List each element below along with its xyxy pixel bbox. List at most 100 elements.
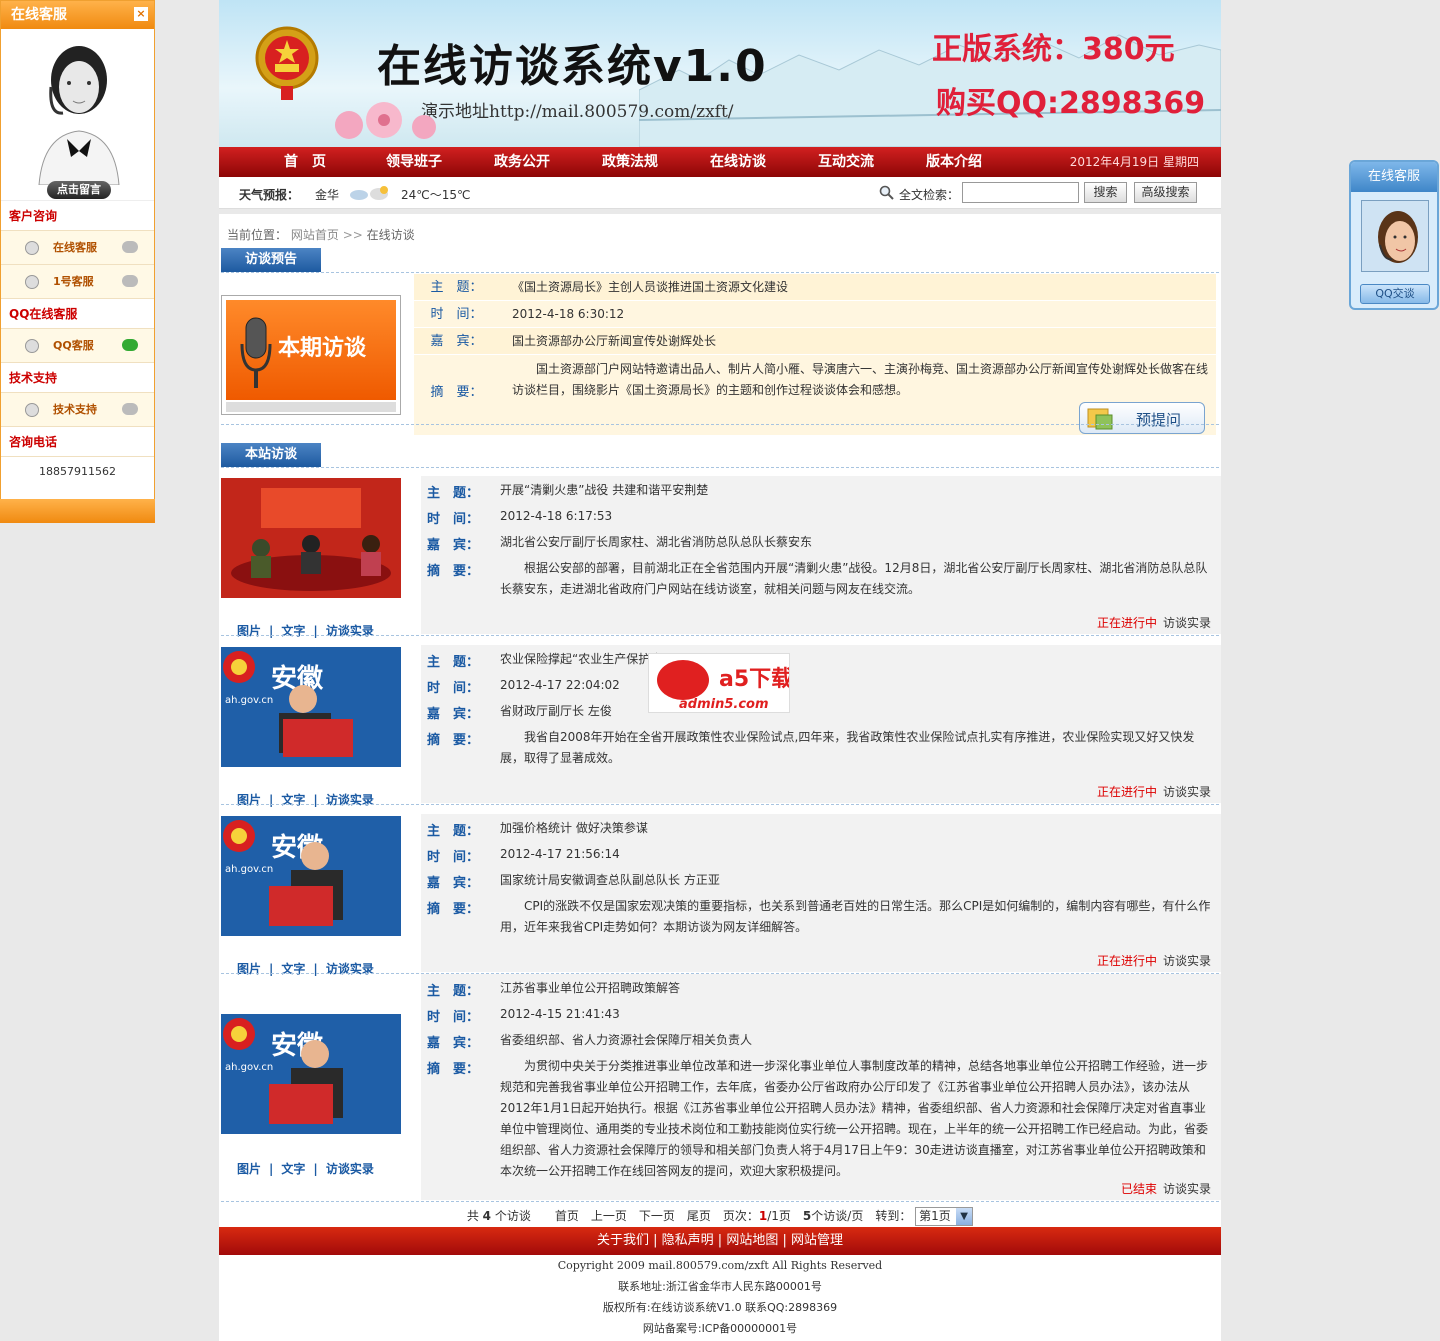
label: 嘉 宾： (427, 1036, 480, 1051)
pre-ask-button[interactable]: 预提问 (1079, 402, 1205, 434)
label: 主 题： (430, 280, 483, 295)
owner-text: 版权所有:在线访谈系统V1.0 联系QQ:2898369 (602, 1301, 838, 1314)
divider (221, 635, 1219, 636)
pager-nav-text[interactable]: 个访谈 首页 上一页 下一页 尾页 页次： (495, 1209, 759, 1223)
cs-item-label: 技术支持 (53, 403, 97, 416)
preview-subject[interactable]: 《国土资源局长》主创人员谈推进国土资源文化建设 (512, 277, 1208, 298)
breadcrumb-home-link[interactable]: 网站首页 (291, 228, 339, 242)
nav-policy-regulations[interactable]: 政策法规 (602, 147, 658, 177)
cs-section-title: 咨询电话 (1, 427, 154, 457)
media-player-bar[interactable] (226, 402, 396, 412)
link-pictures[interactable]: 图片 (237, 1162, 261, 1176)
transcript-link[interactable]: 访谈实录 (1163, 954, 1211, 968)
preview-image[interactable]: 本期访谈 (221, 295, 401, 415)
footer-link-sitemap[interactable]: 网站地图 (726, 1233, 778, 1248)
nav-government-affairs[interactable]: 政务公开 (494, 147, 550, 177)
microphone-icon (240, 317, 272, 388)
nav-date: 2012年4月19日 星期四 (1069, 155, 1199, 169)
transcript-link[interactable]: 访谈实录 (1163, 616, 1211, 630)
transcript-link[interactable]: 访谈实录 (1163, 1182, 1211, 1196)
nav-leadership[interactable]: 领导班子 (386, 147, 442, 177)
headset-icon (25, 275, 39, 289)
separator: | (653, 1233, 658, 1248)
weather-city: 金华 (315, 188, 340, 202)
status-label: 正在进行中 (1096, 954, 1157, 968)
search-input[interactable] (962, 182, 1079, 203)
transcript-link[interactable]: 访谈实录 (1163, 785, 1211, 799)
label: 主 题： (427, 824, 480, 839)
leave-message-button[interactable]: 点击留言 (47, 181, 111, 199)
cs-item-qq[interactable]: QQ客服 (1, 329, 154, 363)
label: 时 间： (427, 850, 480, 865)
banner-qq: 购买QQ:2898369 (936, 86, 1206, 121)
interview-time: 2012-4-15 21:41:43 (500, 1007, 620, 1021)
interview-subject[interactable]: 加强价格统计 做好决策参谋 (500, 818, 1215, 839)
interview-status: 已结束 访谈实录 (1121, 1180, 1211, 1197)
label: 主 题： (427, 984, 480, 999)
interview-links: 图片 | 文字 | 访谈实录 (237, 791, 397, 808)
interview-thumbnail[interactable]: 安徽 ah.gov.cn (221, 1014, 401, 1134)
link-transcript[interactable]: 访谈实录 (326, 1162, 374, 1176)
weather-label: 天气预报： (239, 188, 300, 202)
search-button[interactable]: 搜索 (1084, 182, 1127, 203)
chevron-down-icon: ▼ (956, 1208, 973, 1225)
cs-item-label: QQ客服 (53, 339, 94, 352)
footer-link-about[interactable]: 关于我们 (597, 1233, 649, 1248)
cs-item-label: 在线客服 (53, 241, 97, 254)
pager-total: 4 (482, 1209, 492, 1223)
admin5-logo-icon: a5下载 admin5.com (657, 660, 793, 712)
thumb-site-text: ah.gov.cn (225, 695, 273, 706)
preview-time-row: 时 间： 2012-4-18 6:30:12 (414, 301, 1216, 328)
interview-status: 正在进行中 访谈实录 (1097, 783, 1211, 800)
search-icon (879, 185, 894, 200)
label: 嘉 宾： (427, 707, 480, 722)
interview-guest: 省财政厅副厅长 左俊 (500, 704, 612, 718)
content-area: 当前位置： 网站首页 >> 在线访谈 访谈预告 本期访谈 主 题： 《国土资源局… (219, 214, 1221, 1227)
separator: | (717, 1233, 723, 1248)
studio-photo-icon: 安徽 ah.gov.cn (221, 647, 401, 767)
advanced-search-button[interactable]: 高级搜索 (1134, 182, 1197, 203)
nav-home[interactable]: 首 页 (284, 147, 326, 177)
thumb-site-text: ah.gov.cn (225, 864, 273, 875)
cs-section-title: 技术支持 (1, 363, 154, 393)
page-select[interactable]: 第1页 ▼ (915, 1207, 974, 1226)
nav-online-interview[interactable]: 在线访谈 (710, 147, 766, 177)
divider (221, 1201, 1219, 1202)
nav-version-intro[interactable]: 版本介绍 (926, 147, 982, 177)
interview-subject[interactable]: 江苏省事业单位公开招聘政策解答 (500, 978, 1215, 999)
question-icon (1087, 408, 1113, 430)
interview-subject[interactable]: 农业保险撑起“农业生产保护伞” (500, 649, 1215, 670)
interview-links: 图片 | 文字 | 访谈实录 (237, 1160, 397, 1177)
breadcrumb-current: 在线访谈 (366, 228, 415, 242)
cs-item-online[interactable]: 在线客服 (1, 231, 154, 265)
pager-current: 1 (758, 1209, 768, 1223)
page-select-value: 第1页 (919, 1209, 951, 1223)
watermark-site-text: admin5.com (679, 697, 769, 712)
pre-ask-label: 预提问 (1136, 411, 1182, 429)
cs-item-1[interactable]: 1号客服 (1, 265, 154, 299)
interview-subject[interactable]: 开展“清剿火患”战役 共建和谐平安荆楚 (500, 480, 1215, 501)
footer-copyright: Copyright 2009 mail.800579.com/zxft All … (219, 1255, 1221, 1341)
cs-item-tech[interactable]: 技术支持 (1, 393, 154, 427)
chat-bubble-icon (122, 241, 138, 253)
pagination: 共 4 个访谈 首页 上一页 下一页 尾页 页次：1/1页 5个访谈/页 转到：… (219, 1207, 1221, 1226)
close-icon[interactable]: × (134, 7, 148, 21)
nav-interaction[interactable]: 互动交流 (818, 147, 874, 177)
status-label: 正在进行中 (1096, 785, 1157, 799)
preview-image-text: 本期访谈 (278, 336, 367, 361)
interview-thumbnail[interactable]: 安徽 ah.gov.cn (221, 816, 401, 936)
link-text[interactable]: 文字 (281, 1162, 305, 1176)
left-cs-footer (0, 499, 155, 523)
right-customer-service-panel: 在线客服 QQ交谈 (1349, 160, 1439, 310)
footer-link-privacy[interactable]: 隐私声明 (662, 1233, 714, 1248)
interview-thumbnail[interactable] (221, 478, 401, 598)
preview-guest-row: 嘉 宾： 国土资源部办公厅新闻宣传处谢辉处长 (414, 328, 1216, 355)
label: 主 题： (427, 486, 480, 501)
divider (221, 272, 1219, 273)
interview-summary: CPI的涨跌不仅是国家宏观决策的重要指标，也关系到普通老百姓的日常生活。那么CP… (500, 899, 1211, 934)
left-cs-title: 在线客服 (11, 7, 67, 23)
qq-chat-button[interactable]: QQ交谈 (1360, 284, 1430, 304)
interview-thumbnail[interactable]: 安徽 ah.gov.cn (221, 647, 401, 767)
footer-link-admin[interactable]: 网站管理 (791, 1233, 843, 1248)
preview-section-tab: 访谈预告 (221, 248, 321, 272)
